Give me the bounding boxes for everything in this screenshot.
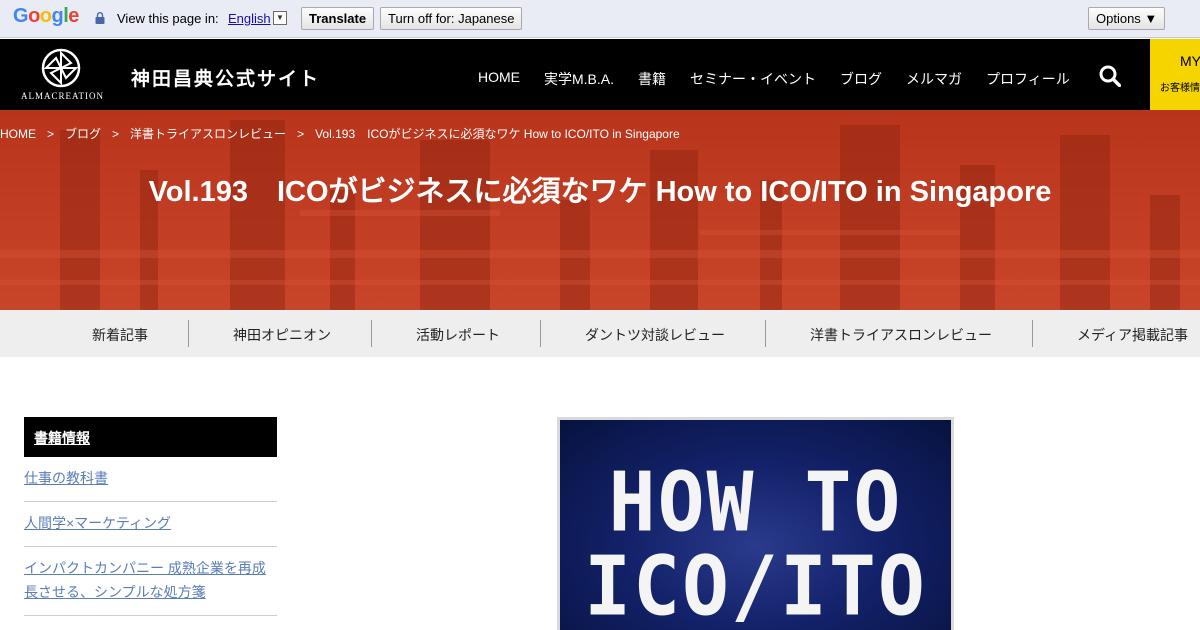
nav-mailmag[interactable]: メルマガ [906,69,962,89]
site-header: ALMACREATION 神田昌典公式サイト HOME 実学M.B.A. 書籍 … [0,39,1200,110]
category-book-review[interactable]: 洋書トライアスロンレビュー [810,325,992,345]
category-divider [188,320,189,347]
translate-button[interactable]: Translate [301,7,375,30]
google-letter: o [28,5,40,27]
category-divider [1032,320,1033,347]
view-page-label: View this page in: [117,11,219,26]
book-cover-image: HOW TO ICO/ITO [557,417,954,630]
nav-seminar[interactable]: セミナー・イベント [690,69,816,89]
sidebar-link-line: インパクトカンパニー 成熟企業を再成 [24,560,266,576]
sidebar-link[interactable]: インパクトカンパニー 成熟企業を再成 長させる、シンプルな処方箋 [24,556,277,604]
breadcrumb-separator: > [47,127,55,141]
category-divider [540,320,541,347]
nav-books[interactable]: 書籍 [638,69,666,89]
sidebar-link[interactable]: 人間学×マーケティング [24,511,277,535]
google-letter: G [13,5,29,27]
sidebar-link-line: 仕事の教科書 [24,470,108,486]
nav-mba[interactable]: 実学M.B.A. [544,69,614,89]
sidebar-link-line: 人間学×マーケティング [24,515,172,531]
breadcrumb-blog[interactable]: ブログ [65,127,101,141]
lock-icon [95,12,105,24]
category-opinion[interactable]: 神田オピニオン [233,325,331,345]
nav-profile[interactable]: プロフィール [986,69,1070,89]
language-link[interactable]: English [228,11,271,26]
google-letter: o [39,5,52,27]
sidebar-divider [24,615,277,616]
breadcrumb-current: Vol.193 ICOがビジネスに必須なワケ How to ICO/ITO in… [315,127,680,141]
options-button[interactable]: Options ▼ [1088,7,1166,30]
cover-text-line: ICO/ITO [584,539,927,630]
hero-banner: HOME > ブログ > 洋書トライアスロンレビュー > Vol.193 ICOがビジネスに… [0,110,1200,310]
sidebar-divider [24,501,277,502]
category-media[interactable]: メディア掲載記事 [1077,325,1188,345]
main-nav: HOME 実学M.B.A. 書籍 セミナー・イベント ブログ メルマガ プロフィ… [478,69,1070,89]
search-icon[interactable] [1099,65,1121,87]
category-dialogue[interactable]: ダントツ対談レビュー [585,325,725,345]
page-title: Vol.193 ICOがビジネスに必須なワケ How to ICO/ITO in… [148,176,1052,208]
breadcrumb-home[interactable]: HOME [0,127,36,141]
cover-text-line: HOW TO [608,455,903,551]
breadcrumb-separator: > [297,127,305,141]
my-label: MY [1180,53,1200,69]
sidebar-divider [24,546,277,547]
category-divider [765,320,766,347]
site-title[interactable]: 神田昌典公式サイト [131,64,320,91]
sidebar-heading[interactable]: 書籍情報 [24,417,277,457]
my-page-button[interactable]: MY お客様情報 [1150,39,1200,110]
almacreation-logo-icon[interactable] [40,47,82,89]
category-nav: 新着記事 神田オピニオン 活動レポート ダントツ対談レビュー 洋書トライアスロン… [0,310,1200,357]
category-divider [371,320,372,347]
sidebar-link[interactable]: 仕事の教科書 [24,466,277,490]
category-report[interactable]: 活動レポート [416,325,500,345]
my-sub-label: お客様情報 [1160,83,1200,94]
nav-blog[interactable]: ブログ [840,69,882,89]
breadcrumb: HOME > ブログ > 洋書トライアスロンレビュー > Vol.193 ICOがビジネスに… [0,125,680,142]
google-letter: e [68,5,79,27]
nav-home[interactable]: HOME [478,69,520,89]
breadcrumb-category[interactable]: 洋書トライアスロンレビュー [130,127,286,141]
logo-text: ALMACREATION [21,91,104,101]
google-letter: g [51,5,64,27]
breadcrumb-separator: > [112,127,120,141]
category-new-articles[interactable]: 新着記事 [92,325,148,345]
turn-off-button[interactable]: Turn off for: Japanese [380,7,523,30]
translate-bar: Google View this page in: English ▼ Tran… [0,0,1200,38]
sidebar-link-line: 長させる、シンプルな処方箋 [24,584,206,600]
google-logo: Google [13,5,79,28]
language-dropdown-button[interactable]: ▼ [273,11,287,25]
